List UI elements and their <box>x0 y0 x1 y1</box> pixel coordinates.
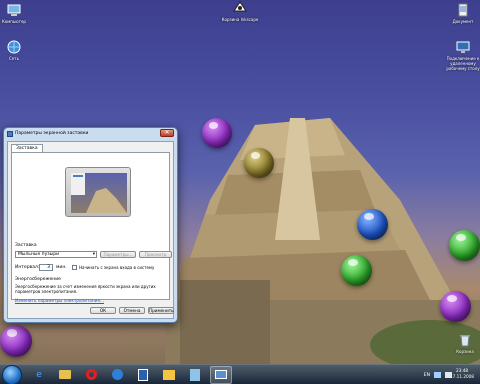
bubble-green-1 <box>449 230 480 261</box>
desktop-icon-inkscape[interactable]: Корзина Inkscape <box>218 1 262 22</box>
resume-logon-checkbox[interactable] <box>72 265 77 270</box>
screensaver-select-value: Мыльные пузыри <box>18 252 59 257</box>
taskbar-display-button[interactable] <box>210 365 232 384</box>
desktop: Компьютер Сеть Корзина Inkscape Документ… <box>0 0 480 384</box>
language-indicator[interactable]: EN <box>424 373 430 378</box>
preview-thumbnail <box>71 173 127 213</box>
clock-date: 17.11.2008 <box>450 374 474 379</box>
bubble-purple-2 <box>440 291 471 322</box>
screensaver-settings-dialog: Параметры экранной заставки ✕ Заставка З… <box>3 127 178 323</box>
notepad-icon <box>190 368 200 381</box>
inkscape-icon <box>233 1 247 12</box>
desktop-icon-document[interactable]: Документ <box>441 3 480 24</box>
close-icon: ✕ <box>164 129 170 136</box>
taskbar-paint-button[interactable] <box>158 366 180 384</box>
taskbar-notepad-button[interactable] <box>184 366 206 384</box>
desktop-icon-remote-desktop[interactable]: Подключение к удаленному рабочему столу <box>441 40 480 71</box>
bubble-olive <box>244 148 274 178</box>
dialog-titlebar[interactable]: Параметры экранной заставки <box>4 128 177 139</box>
power-section-title: Энергосбережение <box>15 277 61 282</box>
taskbar-explorer-button[interactable] <box>54 366 76 384</box>
tab-panel: Заставка Мыльные пузыри ▾ Параметры... П… <box>11 152 172 303</box>
bubble-green-2 <box>341 255 372 286</box>
paint-icon <box>163 369 175 380</box>
screensaver-label: Заставка <box>15 243 37 248</box>
chevron-down-icon: ▾ <box>92 252 95 257</box>
dialog-title: Параметры экранной заставки <box>15 131 89 136</box>
taskbar-opera-button[interactable] <box>80 366 102 384</box>
display-icon <box>7 130 13 137</box>
start-button[interactable] <box>2 364 22 384</box>
word-icon <box>138 368 148 381</box>
remote-desktop-icon <box>456 41 470 53</box>
change-power-settings-link[interactable]: Изменить параметры электропитания... <box>15 298 104 303</box>
clock[interactable]: 23:48 17.11.2008 <box>448 368 476 380</box>
ok-button[interactable]: ОК <box>90 307 116 314</box>
taskbar-word-button[interactable] <box>132 366 154 384</box>
desktop-icon-recycle-bin[interactable]: Корзина <box>443 333 480 354</box>
interval-input[interactable]: 3 <box>39 264 53 271</box>
preview-button[interactable]: Просмотр <box>139 251 172 258</box>
power-description: Энергосбережение за счет изменения яркос… <box>15 284 156 294</box>
document-icon <box>458 3 468 17</box>
internet-explorer-icon: e <box>36 369 42 380</box>
resume-logon-label: Начинать с экрана входа в систему <box>79 265 155 270</box>
cancel-button[interactable]: Отмена <box>119 307 145 314</box>
opera-icon <box>85 369 97 380</box>
close-button[interactable]: ✕ <box>160 129 174 137</box>
bubble-purple <box>202 118 232 148</box>
interval-unit: мин. <box>56 265 67 270</box>
bubble-purple-3 <box>0 325 32 357</box>
screensaver-select[interactable]: Мыльные пузыри ▾ <box>15 251 97 258</box>
computer-icon <box>7 4 21 16</box>
interval-label: Интервал: <box>15 265 40 270</box>
taskbar-media-button[interactable] <box>106 366 128 384</box>
network-tray-icon[interactable] <box>434 372 441 378</box>
parameters-button[interactable]: Параметры... <box>100 251 136 258</box>
bubble-blue <box>357 209 388 240</box>
apply-button[interactable]: Применить <box>148 307 174 314</box>
preview-monitor <box>65 167 131 217</box>
desktop-icon-network[interactable]: Сеть <box>0 40 36 61</box>
preview-screen <box>71 173 127 213</box>
display-settings-icon <box>215 370 227 379</box>
recycle-bin-icon <box>460 335 470 347</box>
taskbar-ie-button[interactable]: e <box>28 366 50 384</box>
network-icon <box>7 40 21 54</box>
interval-value: 3 <box>47 265 50 270</box>
desktop-icon-computer[interactable]: Компьютер <box>0 3 36 24</box>
dialog-body: Заставка Заставка Мыльные пузыри ▾ Парам… <box>7 141 174 319</box>
media-player-icon <box>111 369 123 380</box>
tab-screensaver[interactable]: Заставка <box>11 144 43 152</box>
taskbar: e EN 23:48 17.11.2008 <box>0 364 480 384</box>
folder-icon <box>59 370 71 379</box>
